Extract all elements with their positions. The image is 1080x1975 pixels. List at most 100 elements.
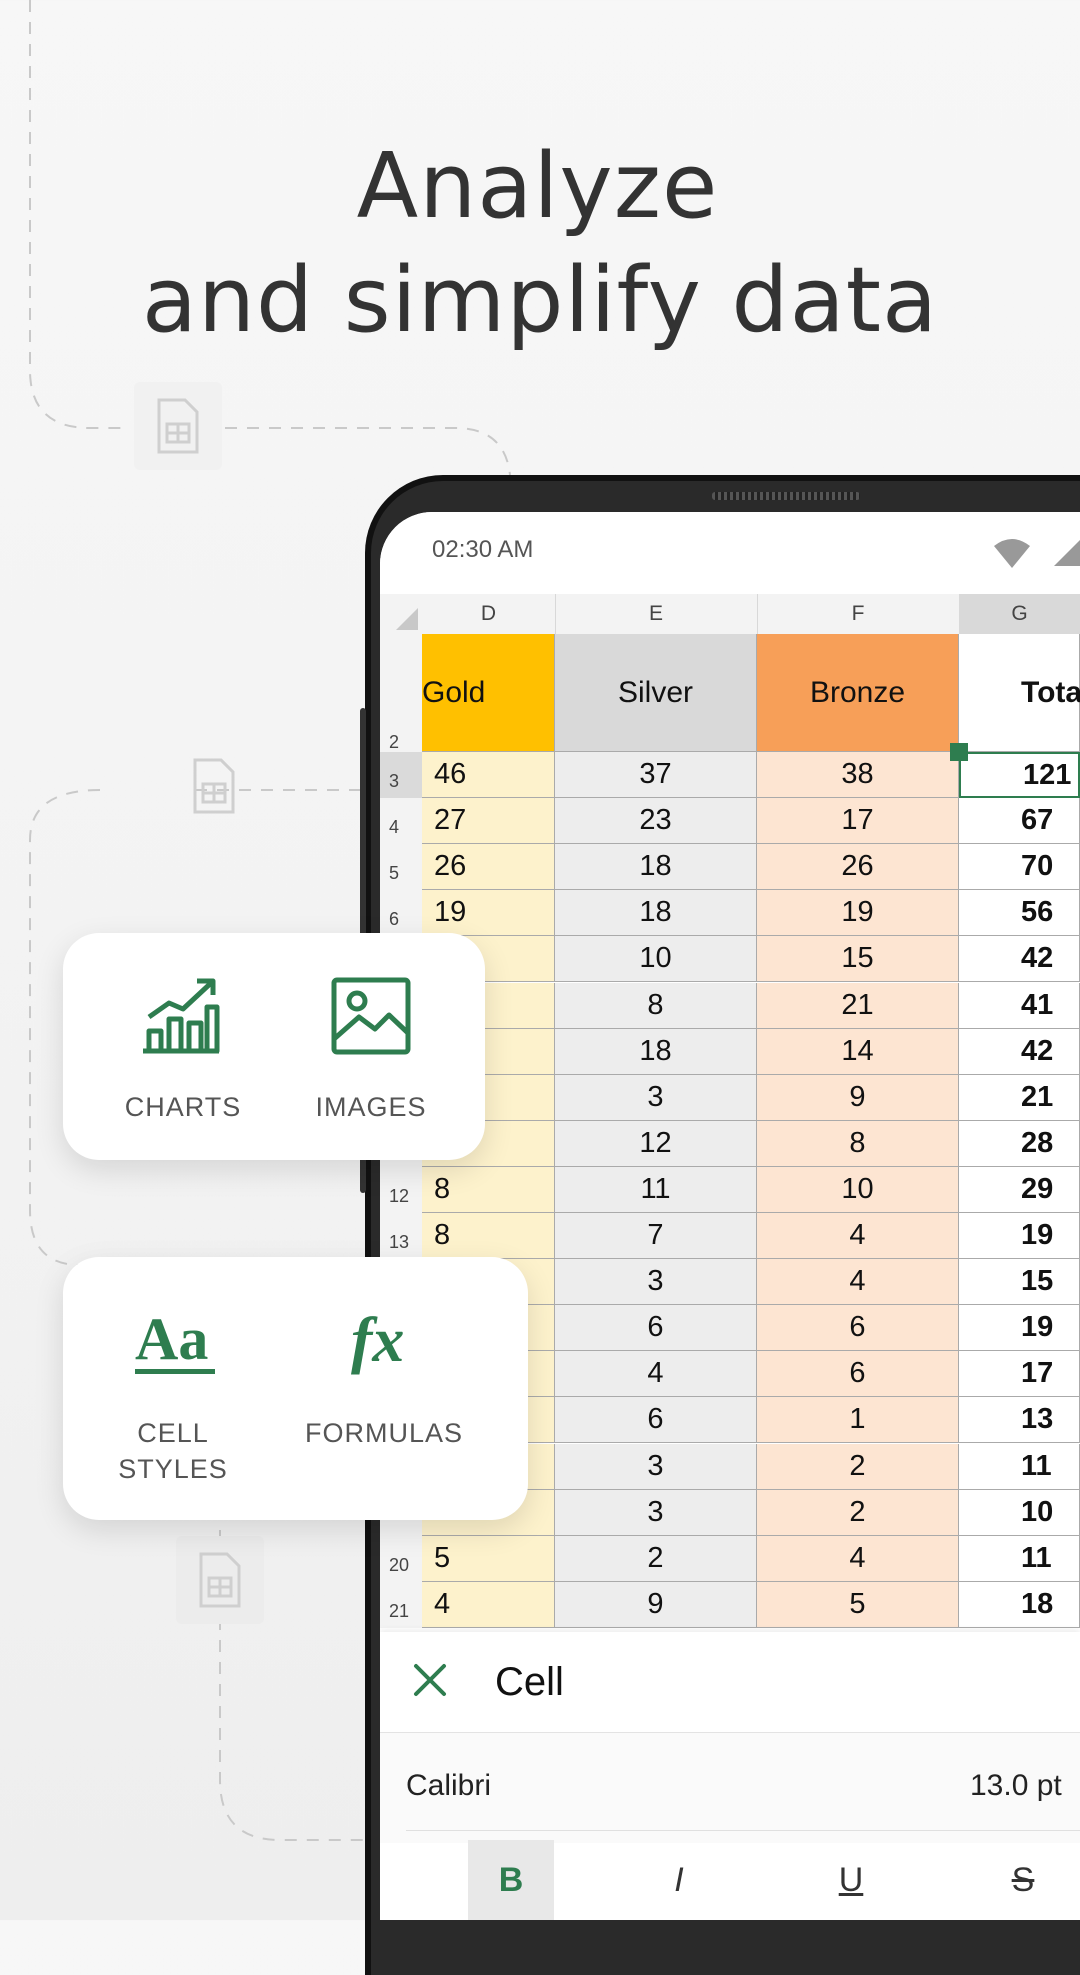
font-name[interactable]: Calibri <box>406 1769 491 1803</box>
cell-f[interactable]: 8 <box>757 1120 959 1167</box>
cell-e[interactable]: 12 <box>555 1120 757 1167</box>
cell-f[interactable]: 9 <box>757 1074 959 1121</box>
svg-text:Aa: Aa <box>135 1307 208 1372</box>
cell-g[interactable]: 18 <box>959 1581 1080 1628</box>
cell-f[interactable]: 38 <box>757 752 959 799</box>
cell-e[interactable]: 3 <box>555 1443 757 1490</box>
cell-f[interactable]: 19 <box>757 890 959 937</box>
cell-g[interactable]: 70 <box>959 844 1080 891</box>
cell-f[interactable]: 1 <box>757 1397 959 1444</box>
cell-d[interactable]: 27 <box>422 798 555 845</box>
header-cell-f[interactable]: Bronze <box>757 634 959 752</box>
cell-f[interactable]: 21 <box>757 982 959 1029</box>
font-selector-row[interactable]: Calibri 13.0 pt <box>380 1732 1080 1843</box>
cell-e[interactable]: 4 <box>555 1351 757 1398</box>
headline-line-2: and simplify data <box>141 248 939 353</box>
cell-g[interactable]: 56 <box>959 890 1080 937</box>
row-number[interactable]: 13 <box>380 1213 422 1260</box>
cell-g[interactable]: 121 <box>959 752 1080 799</box>
spreadsheet-doc-icon <box>134 382 222 470</box>
cell-g[interactable]: 19 <box>959 1305 1080 1352</box>
row-number[interactable]: 6 <box>380 890 422 937</box>
row-number[interactable]: 3 <box>380 752 422 799</box>
row-number[interactable]: 21 <box>380 1581 422 1628</box>
header-cell-d[interactable]: Gold <box>422 634 555 752</box>
cell-f[interactable]: 2 <box>757 1489 959 1536</box>
row-number[interactable]: 5 <box>380 844 422 891</box>
spreadsheet-doc-icon <box>170 742 258 830</box>
underline-button[interactable]: U <box>808 1840 894 1920</box>
cell-g[interactable]: 28 <box>959 1120 1080 1167</box>
header-cell-g[interactable]: Tota <box>959 634 1080 752</box>
cell-g[interactable]: 13 <box>959 1397 1080 1444</box>
cell-f[interactable]: 15 <box>757 936 959 983</box>
cell-e[interactable]: 3 <box>555 1074 757 1121</box>
column-header-d[interactable]: D <box>422 594 556 634</box>
cell-g[interactable]: 11 <box>959 1443 1080 1490</box>
cell-d[interactable]: 19 <box>422 890 555 937</box>
cell-g[interactable]: 41 <box>959 982 1080 1029</box>
cell-e[interactable]: 23 <box>555 798 757 845</box>
headline-line-1: Analyze <box>356 134 719 239</box>
cell-g[interactable]: 11 <box>959 1535 1080 1582</box>
cell-e[interactable]: 8 <box>555 982 757 1029</box>
cell-g[interactable]: 17 <box>959 1351 1080 1398</box>
cell-g[interactable]: 42 <box>959 1028 1080 1075</box>
selection-handle[interactable] <box>950 743 968 761</box>
cell-f[interactable]: 2 <box>757 1443 959 1490</box>
formulas-label: FORMULAS <box>304 1418 464 1448</box>
cell-e[interactable]: 18 <box>555 890 757 937</box>
cell-f[interactable]: 6 <box>757 1305 959 1352</box>
cell-e[interactable]: 3 <box>555 1259 757 1306</box>
cell-d[interactable]: 8 <box>422 1213 555 1260</box>
column-header-f[interactable]: F <box>757 594 960 634</box>
cell-d[interactable]: 8 <box>422 1166 555 1213</box>
cell-g[interactable]: 19 <box>959 1213 1080 1260</box>
row-number[interactable]: 20 <box>380 1535 422 1582</box>
cell-d[interactable]: 46 <box>422 752 555 799</box>
select-all-corner[interactable] <box>380 594 422 634</box>
cell-d[interactable]: 5 <box>422 1535 555 1582</box>
cell-f[interactable]: 17 <box>757 798 959 845</box>
cell-e[interactable]: 7 <box>555 1213 757 1260</box>
cell-g[interactable]: 10 <box>959 1489 1080 1536</box>
cell-f[interactable]: 4 <box>757 1535 959 1582</box>
cell-e[interactable]: 9 <box>555 1581 757 1628</box>
cell-e[interactable]: 6 <box>555 1305 757 1352</box>
cell-f[interactable]: 5 <box>757 1581 959 1628</box>
cell-f[interactable]: 4 <box>757 1213 959 1260</box>
cell-e[interactable]: 2 <box>555 1535 757 1582</box>
cell-f[interactable]: 26 <box>757 844 959 891</box>
cell-e[interactable]: 18 <box>555 1028 757 1075</box>
header-cell-e[interactable]: Silver <box>555 634 757 752</box>
cell-d[interactable]: 26 <box>422 844 555 891</box>
cell-f[interactable]: 4 <box>757 1259 959 1306</box>
spreadsheet-doc-icon <box>176 1536 264 1624</box>
row-number[interactable]: 12 <box>380 1166 422 1213</box>
cell-e[interactable]: 18 <box>555 844 757 891</box>
cell-g[interactable]: 67 <box>959 798 1080 845</box>
strikethrough-button[interactable]: S <box>980 1840 1066 1920</box>
cell-g[interactable]: 21 <box>959 1074 1080 1121</box>
font-size[interactable]: 13.0 pt <box>970 1769 1062 1803</box>
close-icon[interactable] <box>408 1658 452 1702</box>
cell-f[interactable]: 14 <box>757 1028 959 1075</box>
cell-e[interactable]: 11 <box>555 1166 757 1213</box>
cell-e[interactable]: 37 <box>555 752 757 799</box>
bold-button[interactable]: B <box>468 1840 554 1920</box>
cell-g[interactable]: 42 <box>959 936 1080 983</box>
row-number[interactable]: 4 <box>380 798 422 845</box>
cell-e[interactable]: 6 <box>555 1397 757 1444</box>
cell-f[interactable]: 10 <box>757 1166 959 1213</box>
cell-f[interactable]: 6 <box>757 1351 959 1398</box>
cell-g[interactable]: 29 <box>959 1166 1080 1213</box>
italic-button[interactable]: I <box>636 1840 722 1920</box>
column-header-e[interactable]: E <box>555 594 758 634</box>
feature-card-styles-formulas: Aa CELL STYLES fx FORMULAS <box>63 1257 528 1520</box>
cell-e[interactable]: 10 <box>555 936 757 983</box>
cell-e[interactable]: 3 <box>555 1489 757 1536</box>
column-header-g[interactable]: G <box>959 594 1080 634</box>
cell-d[interactable]: 4 <box>422 1581 555 1628</box>
cell-g[interactable]: 15 <box>959 1259 1080 1306</box>
row-number[interactable]: 2 <box>380 634 422 752</box>
